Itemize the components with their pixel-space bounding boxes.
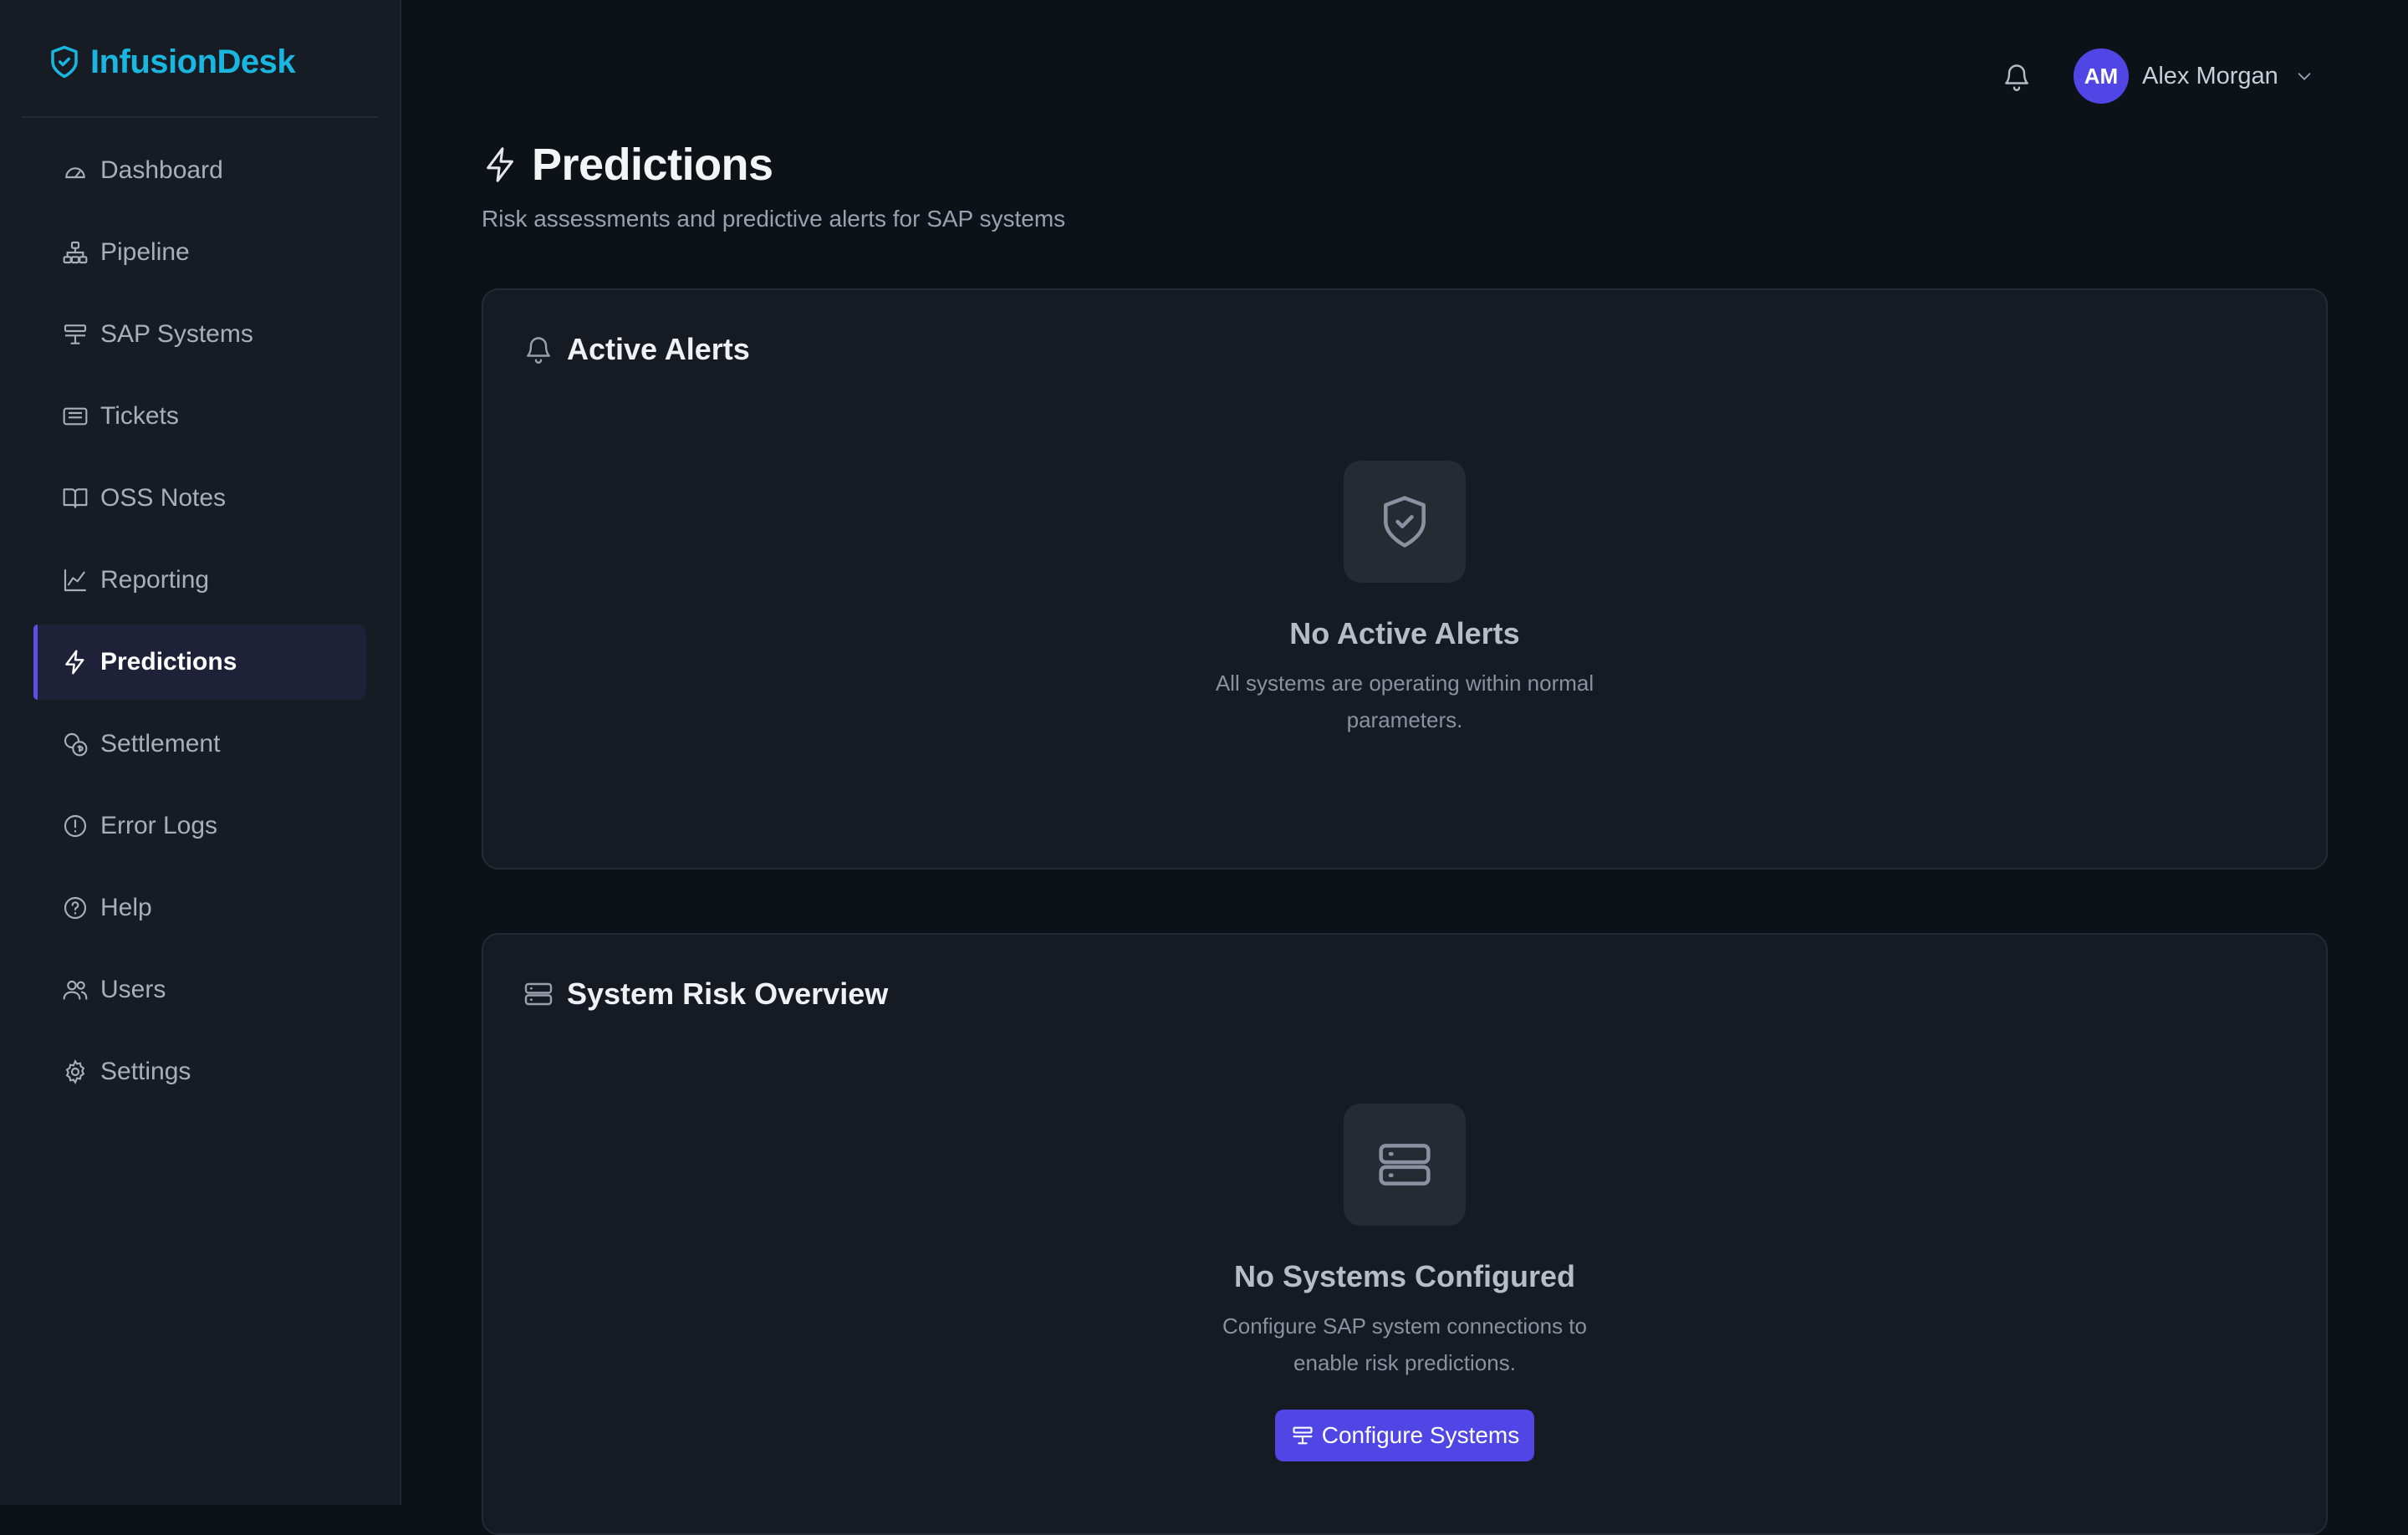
empty-state-text: All systems are operating within normal … (1215, 671, 1594, 732)
shield-check-icon (1384, 496, 1426, 548)
user-name: Alex Morgan (2142, 62, 2278, 89)
brand-logo[interactable]: InfusionDesk (47, 37, 296, 87)
page-header: Predictions Risk assessments and predict… (482, 139, 1065, 232)
ticket-icon (63, 407, 88, 426)
server-icon (64, 324, 87, 344)
card-title: System Risk Overview (567, 977, 889, 1011)
sidebar-item-oss-notes[interactable]: OSS Notes (33, 461, 366, 536)
sitemap-icon (63, 241, 88, 264)
zap-icon (65, 650, 84, 675)
empty-state-icon-box (1344, 1104, 1466, 1226)
configure-systems-button[interactable]: Configure Systems (1274, 1410, 1535, 1461)
sidebar-item-label: Users (100, 976, 166, 1003)
sidebar-item-settlement[interactable]: Settlement (33, 706, 366, 782)
page-title-text: Predictions (532, 140, 773, 190)
sidebar: InfusionDesk Dashboard Pipeline SAP Syst… (0, 0, 401, 1505)
system-risk-card: System Risk Overview No Systems Configur… (482, 933, 2328, 1535)
shield-check-icon (51, 45, 78, 79)
server-icon (524, 982, 553, 1006)
gauge-icon (65, 167, 85, 179)
user-menu[interactable]: AM Alex Morgan (2074, 48, 2314, 104)
sidebar-item-users[interactable]: Users (33, 952, 366, 1028)
sidebar-item-predictions[interactable]: Predictions (33, 625, 366, 700)
sidebar-item-label: Dashboard (100, 156, 223, 184)
sidebar-item-label: Reporting (100, 566, 210, 594)
book-open-icon (63, 488, 88, 508)
sidebar-item-pipeline[interactable]: Pipeline (33, 215, 366, 290)
line-chart-icon (64, 569, 87, 592)
sidebar-item-reporting[interactable]: Reporting (33, 543, 366, 618)
page-title: Predictions (482, 139, 1065, 191)
empty-state-icon-box (1344, 461, 1466, 583)
help-circle-icon (64, 896, 87, 920)
sidebar-divider (22, 116, 378, 118)
card-header: Active Alerts (523, 332, 750, 367)
empty-state-title: No Systems Configured (1233, 1259, 1576, 1293)
sidebar-item-settings[interactable]: Settings (33, 1034, 366, 1109)
card-title: Active Alerts (567, 332, 750, 366)
sidebar-item-sap-systems[interactable]: SAP Systems (33, 297, 366, 372)
sidebar-item-label: Help (100, 894, 152, 921)
alert-circle-icon (64, 814, 87, 838)
bell-icon (527, 337, 550, 364)
sidebar-item-tickets[interactable]: Tickets (33, 379, 366, 454)
empty-state-text: Configure SAP system connections to enab… (1222, 1313, 1587, 1375)
sidebar-item-label: Settlement (100, 730, 221, 757)
sidebar-item-dashboard[interactable]: Dashboard (33, 133, 366, 208)
chevron-down-icon (2298, 73, 2311, 80)
server-icon (1293, 1426, 1313, 1445)
avatar: AM (2074, 48, 2129, 104)
sidebar-item-help[interactable]: Help (33, 870, 366, 946)
empty-state-title: No Active Alerts (1289, 616, 1520, 650)
brand-name: InfusionDesk (90, 43, 296, 80)
notification-bell-icon[interactable] (2002, 60, 2032, 94)
empty-state: No Systems Configured Configure SAP syst… (483, 1104, 2326, 1461)
server-icon (1379, 1144, 1431, 1186)
card-header: System Risk Overview (523, 977, 888, 1012)
active-alerts-card: Active Alerts No Active Alerts All syste… (482, 288, 2328, 869)
sidebar-item-label: SAP Systems (100, 320, 253, 348)
page-subtitle: Risk assessments and predictive alerts f… (482, 206, 1066, 232)
coins-icon (64, 732, 88, 757)
sidebar-item-label: Predictions (100, 648, 237, 676)
sidebar-item-error-logs[interactable]: Error Logs (33, 788, 366, 864)
sidebar-item-label: Error Logs (100, 812, 218, 839)
button-label: Configure Systems (1321, 1422, 1520, 1448)
empty-state: No Active Alerts All systems are operati… (483, 461, 2326, 738)
sidebar-item-label: OSS Notes (100, 484, 227, 512)
sidebar-nav: Dashboard Pipeline SAP Systems Tickets O… (33, 133, 366, 1116)
sidebar-item-label: Tickets (100, 402, 179, 430)
sidebar-item-label: Pipeline (100, 238, 190, 266)
zap-icon (487, 147, 513, 182)
users-icon (63, 980, 88, 1000)
gear-icon (65, 1059, 85, 1084)
sidebar-item-label: Settings (100, 1058, 191, 1085)
